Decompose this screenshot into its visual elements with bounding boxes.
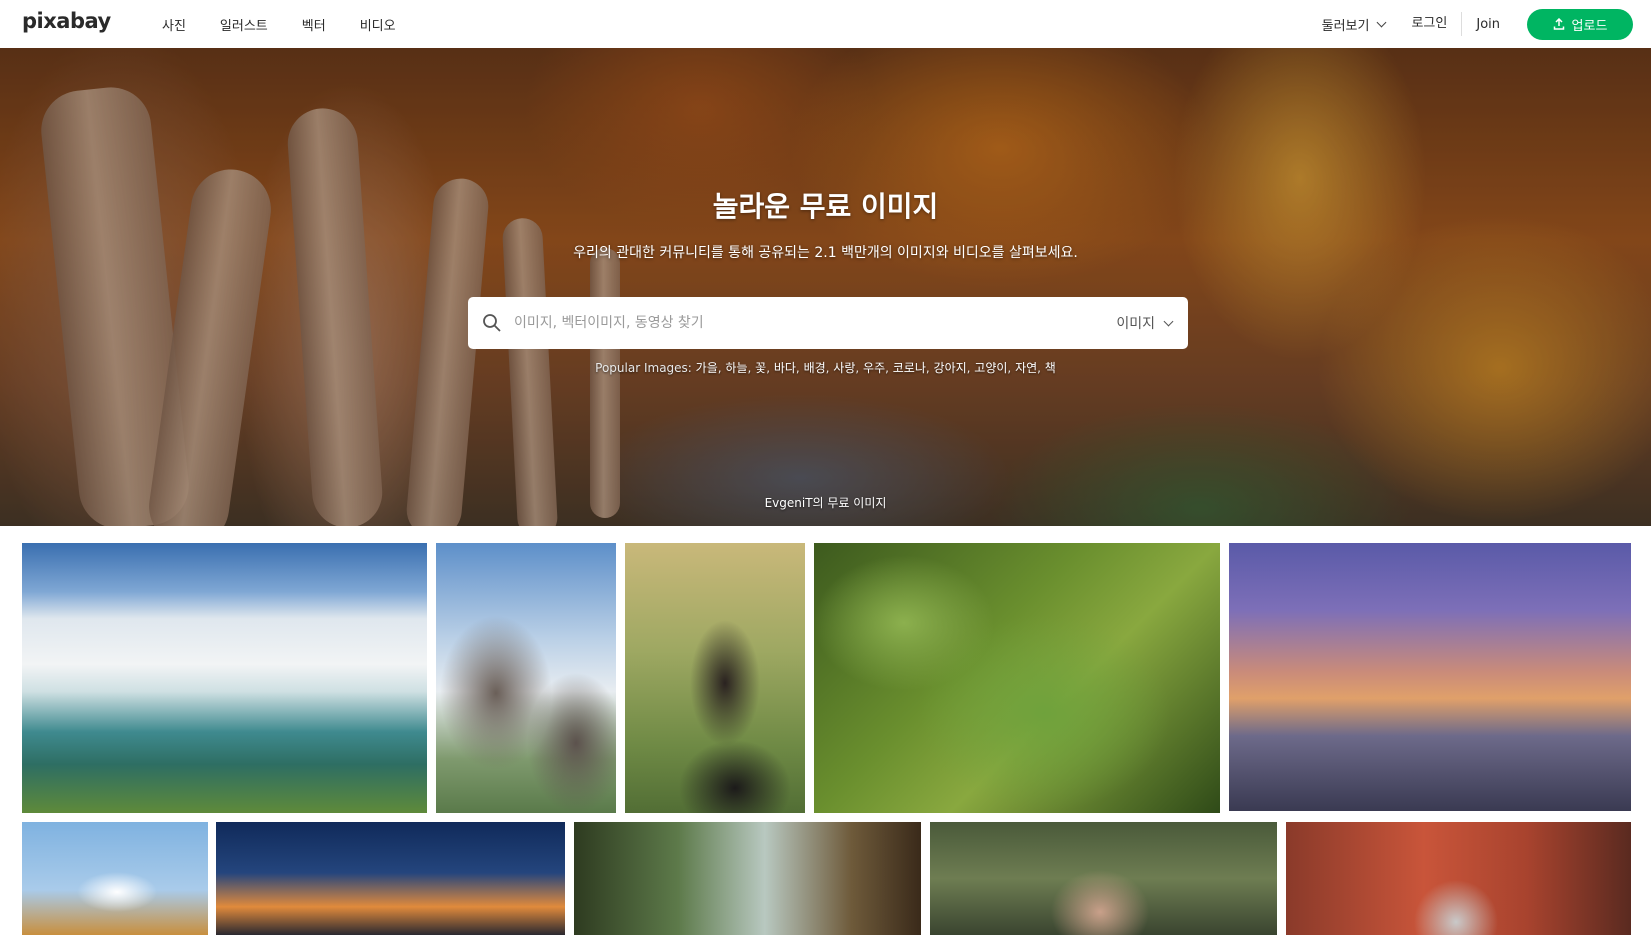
popular-tag[interactable]: 코로나 [893, 361, 926, 375]
search-bar: 이미지 [468, 297, 1188, 349]
nav-photos[interactable]: 사진 [162, 15, 186, 34]
top-header: pixabay 사진 일러스트 벡터 비디오 둘러보기 로그인 Join 업로드 [0, 0, 1651, 48]
hero-title: 놀라운 무료 이미지 [712, 190, 939, 223]
popular-tag[interactable]: 사랑 [833, 361, 855, 375]
chevron-down-icon [1163, 316, 1174, 326]
main-nav: 사진 일러스트 벡터 비디오 [162, 0, 430, 48]
nav-videos[interactable]: 비디오 [360, 15, 396, 34]
upload-button[interactable]: 업로드 [1527, 8, 1633, 40]
pixabay-logo[interactable]: pixabay [22, 9, 111, 33]
search-input[interactable] [514, 315, 1117, 331]
search-type-dropdown[interactable]: 이미지 [1116, 313, 1174, 333]
hero-overlay [0, 48, 1651, 526]
login-link[interactable]: 로그인 [1411, 12, 1463, 36]
image-city-skyline[interactable] [216, 822, 565, 935]
upload-icon [1553, 18, 1564, 30]
popular-tag[interactable]: 꽃 [755, 361, 766, 375]
join-link[interactable]: Join [1476, 17, 1500, 32]
nav-illustrations[interactable]: 일러스트 [220, 15, 268, 34]
popular-tag[interactable]: 자연 [1015, 361, 1037, 375]
search-type-label: 이미지 [1116, 316, 1155, 332]
nav-vectors[interactable]: 벡터 [302, 15, 326, 34]
popular-tag[interactable]: 책 [1045, 361, 1056, 375]
explore-dropdown[interactable]: 둘러보기 [1321, 15, 1387, 34]
popular-tags: Popular Images: 가을, 하늘, 꽃, 바다, 배경, 사랑, 우… [595, 361, 1056, 375]
hero-banner: 놀라운 무료 이미지 우리의 관대한 커뮤니티를 통해 공유되는 2.1 백만개… [0, 48, 1651, 526]
popular-tag[interactable]: 가을 [696, 361, 718, 375]
upload-label: 업로드 [1571, 18, 1608, 34]
hero-credit[interactable]: EvgeniT의 무료 이미지 [0, 494, 1651, 511]
explore-label: 둘러보기 [1321, 18, 1370, 34]
image-couple[interactable] [930, 822, 1277, 935]
hero-subtitle: 우리의 관대한 커뮤니티를 통해 공유되는 2.1 백만개의 이미지와 비디오를… [573, 245, 1078, 261]
user-nav: 둘러보기 로그인 Join 업로드 [1322, 0, 1633, 48]
image-private-jet[interactable] [1229, 543, 1631, 811]
popular-tag[interactable]: 바다 [774, 361, 796, 375]
image-microphone[interactable] [1286, 822, 1631, 935]
popular-tag[interactable]: 강아지 [934, 361, 967, 375]
image-elephants[interactable] [436, 543, 616, 813]
image-waterfall[interactable] [22, 543, 427, 813]
chevron-down-icon [1377, 17, 1387, 27]
popular-tag[interactable]: 배경 [804, 361, 826, 375]
popular-tag[interactable]: 고양이 [974, 361, 1007, 375]
popular-label: Popular Images: [595, 361, 692, 375]
popular-tag[interactable]: 하늘 [725, 361, 747, 375]
popular-tag[interactable]: 우주 [863, 361, 885, 375]
image-river-boats[interactable] [574, 822, 921, 935]
image-giraffe-cloud[interactable] [22, 822, 208, 935]
image-green-leaf[interactable] [814, 543, 1220, 813]
image-woman-portrait[interactable] [625, 543, 805, 813]
search-icon[interactable] [482, 313, 502, 333]
